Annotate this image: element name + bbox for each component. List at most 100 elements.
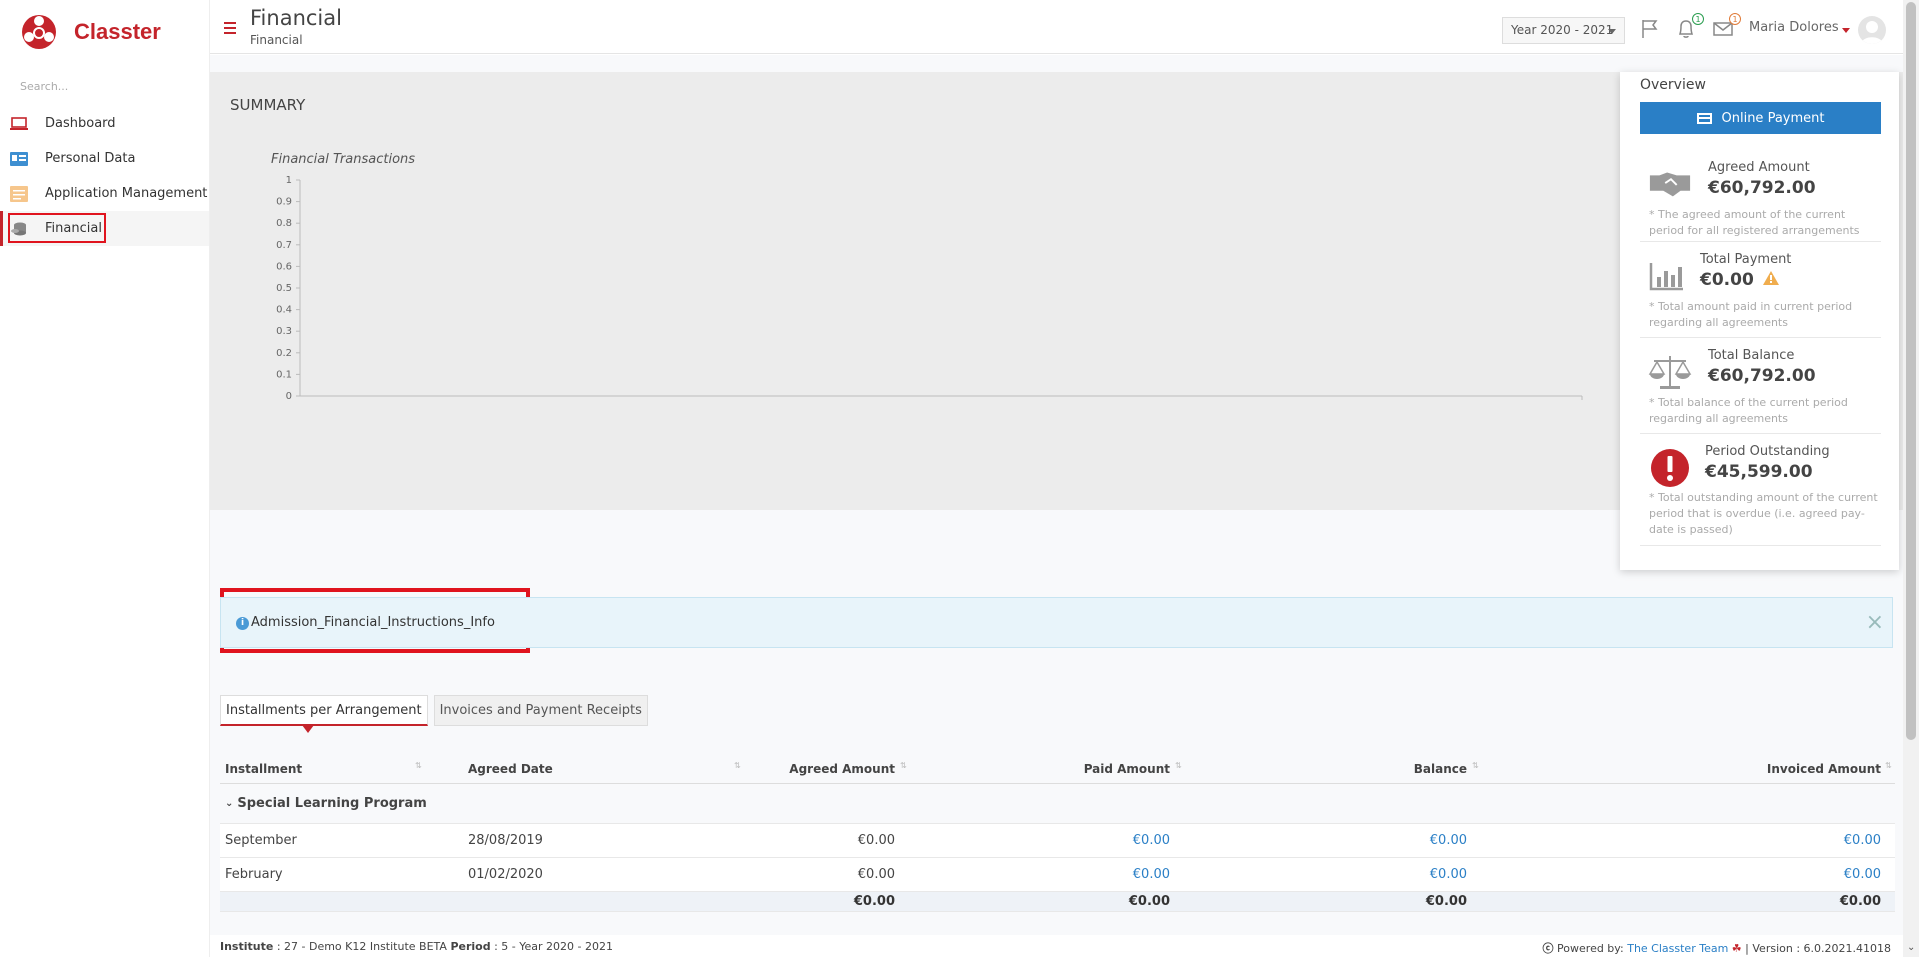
column-header-paid-amount[interactable]: Paid Amount [1084,754,1170,783]
page-title: Financial [250,6,342,30]
table-row: February 01/02/2020 €0.00 €0.00 €0.00 €0… [220,858,1895,892]
year-select-value: Year 2020 - 2021 [1511,23,1614,37]
overview-label: Total Payment [1700,252,1792,267]
paid-amount-link[interactable]: €0.00 [1133,858,1170,891]
breadcrumb: Financial [250,33,303,47]
y-tick-label: 0.9 [276,197,292,208]
table-header-row: Installment ⇅ Agreed Date ⇅ Agreed Amoun… [220,754,1895,784]
credit-card-icon [1696,112,1712,124]
id-card-icon [10,151,28,167]
invoiced-amount-link[interactable]: €0.00 [1844,858,1881,891]
tab-label: Invoices and Payment Receipts [439,703,642,718]
balance-scale-icon [1648,350,1692,394]
period-outstanding-item: Period Outstanding €45,599.00 * Total ou… [1640,436,1881,546]
installments-table: Installment ⇅ Agreed Date ⇅ Agreed Amoun… [220,754,1895,912]
total-invoiced-amount: €0.00 [1839,894,1881,909]
flag-icon[interactable] [1639,18,1661,40]
column-header-invoiced-amount[interactable]: Invoiced Amount [1767,754,1881,783]
sort-icon[interactable]: ⇅ [415,761,422,770]
footer-institute-info: Institute : 27 - Demo K12 Institute BETA… [220,940,613,953]
close-icon[interactable]: × [1866,610,1884,635]
tab-invoices-and-payment-receipts[interactable]: Invoices and Payment Receipts [433,695,648,726]
scrollbar[interactable]: ⌄ [1903,0,1919,957]
y-tick-label: 0.2 [276,348,292,359]
envelope-icon[interactable]: 1 [1712,13,1741,40]
laptop-icon [10,116,28,132]
total-payment-item: Total Payment €0.00 * Total amount paid … [1640,244,1881,338]
column-header-agreed-date[interactable]: Agreed Date [468,754,553,783]
summary-title: SUMMARY [230,96,306,114]
sidebar-item-application-management[interactable]: Application Management [0,176,209,211]
agreed-amount-item: Agreed Amount €60,792.00 * The agreed am… [1640,152,1881,242]
sidebar-item-personal-data[interactable]: Personal Data [0,141,209,176]
overview-title: Overview [1640,77,1706,93]
installment-cell: September [225,833,297,848]
sort-icon[interactable]: ⇅ [1885,761,1892,770]
user-name[interactable]: Maria Dolores [1749,20,1839,35]
group-row[interactable]: ⌄ Special Learning Program [220,784,1895,824]
sort-icon[interactable]: ⇅ [1175,761,1182,770]
y-tick-label: 1 [286,175,292,186]
tab-installments-per-arrangement[interactable]: Installments per Arrangement [220,695,428,733]
avatar[interactable] [1858,16,1886,44]
scroll-down-icon[interactable]: ⌄ [1907,942,1915,953]
sort-icon[interactable]: ⇅ [1472,761,1479,770]
footer-powered-by: ⓒ Powered by: The Classter Team ☘ | Vers… [1542,942,1891,955]
overview-note: * The agreed amount of the current perio… [1649,208,1860,237]
search-input[interactable]: Search... [20,80,209,96]
forms-icon [10,185,28,202]
sort-icon[interactable]: ⇅ [734,761,741,770]
tabs: Installments per Arrangement Invoices an… [220,695,654,733]
online-payment-button[interactable]: Online Payment [1640,102,1881,134]
y-tick-label: 0 [286,391,292,402]
overview-label: Period Outstanding [1705,444,1830,459]
overview-label: Agreed Amount [1708,160,1810,175]
classter-small-logo-icon: ☘ [1731,942,1742,955]
y-tick-label: 0.8 [276,218,292,229]
sort-icon[interactable]: ⇅ [900,761,907,770]
info-icon: i [236,617,249,630]
overview-note: * Total balance of the current period re… [1649,396,1848,425]
agreed-amount-cell: €0.00 [857,867,895,882]
agreed-date-cell: 28/08/2019 [468,833,543,848]
column-header-balance[interactable]: Balance [1414,754,1467,783]
column-header-installment[interactable]: Installment [225,754,302,783]
user-caret-icon[interactable] [1842,28,1850,33]
sidebar-nav: Dashboard Personal Data Application Mana… [0,106,209,246]
handshake-icon [1648,162,1692,206]
tab-label: Installments per Arrangement [226,703,422,718]
app-logo[interactable]: Classter [0,0,209,64]
table-row: September 28/08/2019 €0.00 €0.00 €0.00 €… [220,824,1895,858]
overview-note: * Total outstanding amount of the curren… [1649,491,1878,536]
invoiced-amount-link[interactable]: €0.00 [1844,824,1881,857]
bar-chart-icon [1648,254,1686,298]
balance-link[interactable]: €0.00 [1430,858,1467,891]
sidebar-item-financial[interactable]: Financial [0,211,209,246]
classter-logo-icon [20,13,58,51]
chevron-down-icon [1608,29,1616,34]
agreed-amount-cell: €0.00 [857,833,895,848]
column-header-agreed-amount[interactable]: Agreed Amount [789,754,895,783]
classter-team-link[interactable]: The Classter Team [1627,942,1728,955]
y-tick-label: 0.6 [276,261,292,272]
overview-value: €0.00 [1700,270,1779,290]
bell-icon[interactable]: 1 [1675,13,1704,40]
sidebar-item-dashboard[interactable]: Dashboard [0,106,209,141]
overview-value: €45,599.00 [1705,462,1813,482]
top-bar: Financial Financial Year 2020 - 2021 1 1… [210,0,1909,54]
footer: Institute : 27 - Demo K12 Institute BETA… [210,935,1903,957]
total-agreed-amount: €0.00 [853,894,895,909]
paid-amount-link[interactable]: €0.00 [1133,824,1170,857]
message-badge: 1 [1729,13,1741,25]
balance-link[interactable]: €0.00 [1430,824,1467,857]
alert-text: Admission_Financial_Instructions_Info [251,615,495,630]
highlight-box [8,213,106,243]
y-tick-label: 0.1 [276,369,292,380]
year-select[interactable]: Year 2020 - 2021 [1502,17,1625,44]
sidebar-item-label: Dashboard [45,116,116,131]
overview-note: * Total amount paid in current period re… [1649,300,1853,329]
menu-toggle-icon[interactable] [224,22,236,37]
total-balance: €0.00 [1425,894,1467,909]
scrollbar-thumb[interactable] [1906,2,1916,740]
y-tick-label: 0.7 [276,240,292,251]
